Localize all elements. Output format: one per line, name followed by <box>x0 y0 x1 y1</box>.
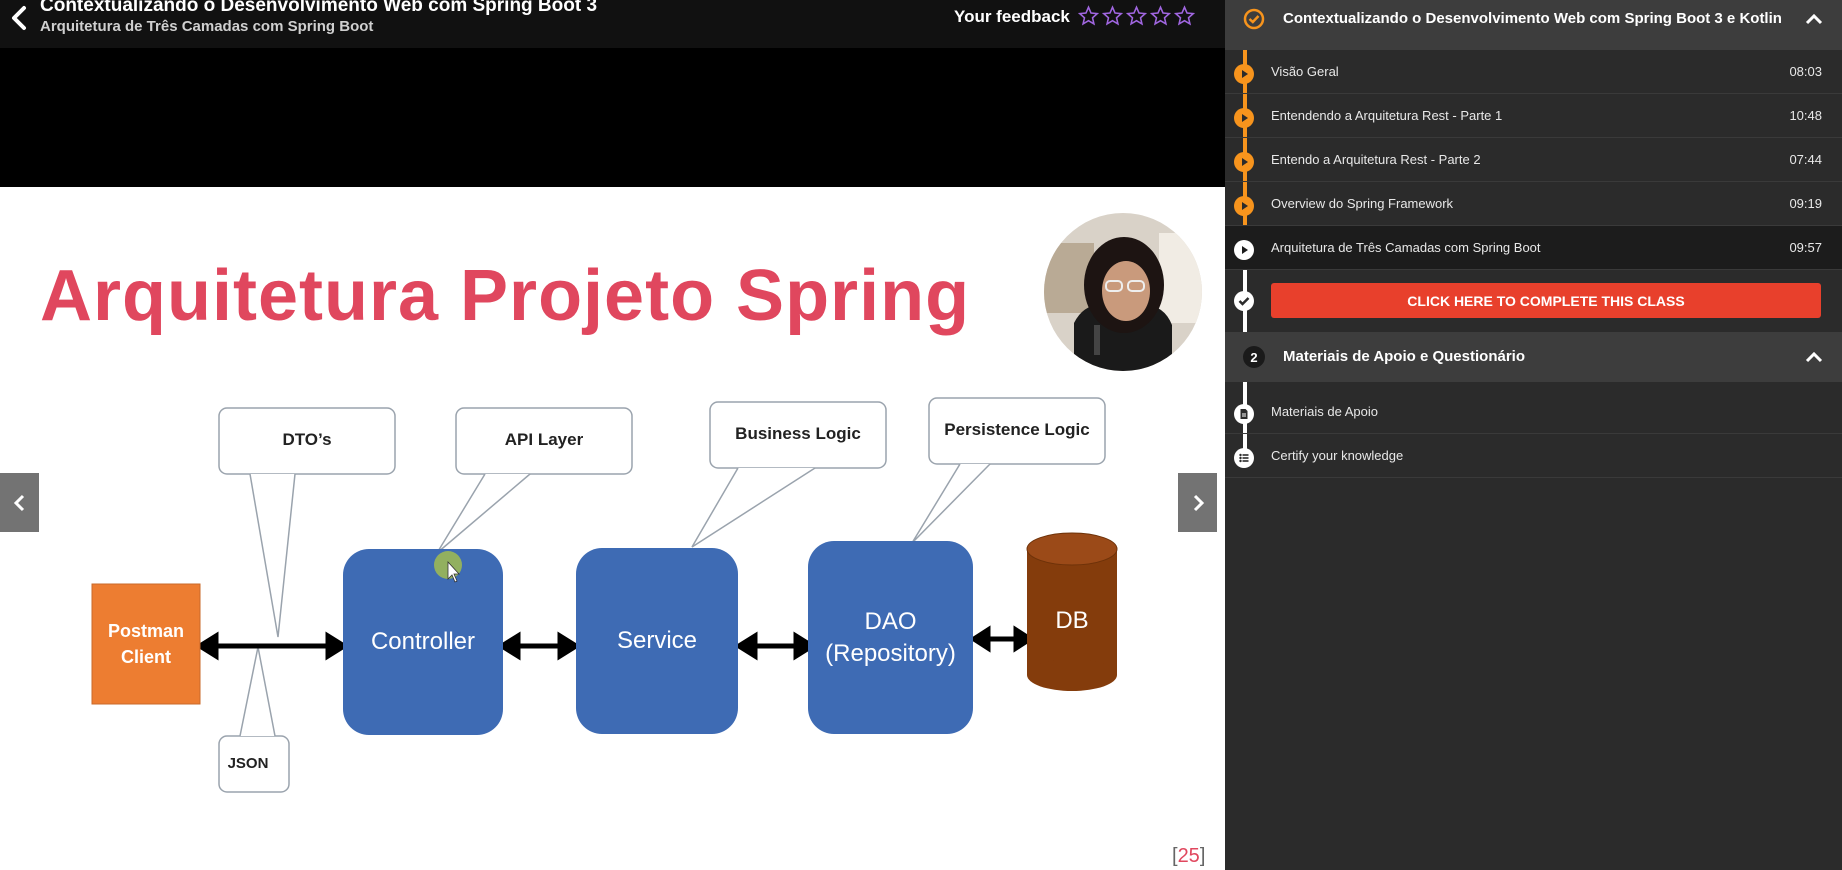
callout-business-logic: Business Logic <box>735 424 861 443</box>
section-title-2: Materiais de Apoio e Questionário <box>1283 348 1525 365</box>
callout-api-layer: API Layer <box>504 430 584 449</box>
complete-class-button[interactable]: CLICK HERE TO COMPLETE THIS CLASS <box>1271 283 1821 318</box>
quiz-name: Certify your knowledge <box>1271 448 1404 463</box>
lesson-name: Overview do Spring Framework <box>1271 196 1454 211</box>
lesson-subtitle: Arquitetura de Três Camadas com Spring B… <box>40 18 374 35</box>
controller-box: Controller <box>343 549 503 735</box>
next-slide-button[interactable] <box>1178 473 1217 532</box>
callout-dtos: DTO’s <box>282 430 332 449</box>
service-box: Service <box>576 548 738 734</box>
lesson-row-active[interactable]: Arquitetura de Três Camadas com Spring B… <box>1225 226 1842 270</box>
lesson-duration: 09:19 <box>1789 196 1822 211</box>
video-player[interactable]: Arquitetura Projeto Spring DTO’s API Lay… <box>0 48 1225 870</box>
callout-json: JSON <box>227 755 269 772</box>
section-header-2[interactable]: 2 Materiais de Apoio e Questionário <box>1225 332 1842 382</box>
section-number-badge: 2 <box>1243 346 1265 368</box>
star-icon[interactable] <box>1078 4 1099 28</box>
check-icon <box>1234 291 1254 311</box>
client-label: Postman Client <box>107 621 185 667</box>
section-complete-icon <box>1243 8 1265 30</box>
lesson-name: Visão Geral <box>1271 64 1339 79</box>
lesson-duration: 09:57 <box>1789 240 1822 255</box>
instructor-webcam <box>1044 213 1202 371</box>
play-icon <box>1234 152 1254 172</box>
lesson-duration: 10:48 <box>1789 108 1822 123</box>
material-row[interactable]: Materiais de Apoio <box>1225 390 1842 434</box>
chevron-up-icon[interactable] <box>1804 350 1824 364</box>
chevron-right-icon <box>1193 494 1204 511</box>
video-header: Contextualizando o Desenvolvimento Web c… <box>0 0 1225 48</box>
star-icon[interactable] <box>1174 4 1195 28</box>
feedback-label: Your feedback <box>954 7 1070 26</box>
page-bracket-close: ] <box>1199 845 1206 867</box>
lesson-name: Entendo a Arquitetura Rest - Parte 2 <box>1271 152 1481 167</box>
dao-box: DAO (Repository) <box>808 541 973 734</box>
star-icon[interactable] <box>1150 4 1171 28</box>
chevron-left-icon <box>13 494 24 511</box>
previous-slide-button[interactable] <box>0 473 39 532</box>
list-icon <box>1234 448 1254 468</box>
lesson-row[interactable]: Visão Geral 08:03 <box>1225 50 1842 94</box>
back-arrow-icon[interactable] <box>8 4 32 32</box>
play-icon <box>1234 240 1254 260</box>
star-icon[interactable] <box>1102 4 1123 28</box>
dao-label: DAO (Repository) <box>825 607 956 667</box>
db-label: DB <box>1055 607 1089 634</box>
lesson-row[interactable]: Entendendo a Arquitetura Rest - Parte 1 … <box>1225 94 1842 138</box>
play-icon <box>1234 196 1254 216</box>
callout-persistence-logic: Persistence Logic <box>944 420 1090 439</box>
presentation-slide: Arquitetura Projeto Spring DTO’s API Lay… <box>0 187 1225 870</box>
rating-stars <box>1078 4 1195 28</box>
material-name: Materiais de Apoio <box>1271 404 1378 419</box>
section-number: 2 <box>1250 349 1258 365</box>
star-icon[interactable] <box>1126 4 1147 28</box>
quiz-row[interactable]: Certify your knowledge <box>1225 434 1842 478</box>
lesson-duration: 07:44 <box>1789 152 1822 167</box>
lesson-duration: 08:03 <box>1789 64 1822 79</box>
lesson-row[interactable]: Overview do Spring Framework 09:19 <box>1225 182 1842 226</box>
lesson-row[interactable]: Entendo a Arquitetura Rest - Parte 2 07:… <box>1225 138 1842 182</box>
document-icon <box>1234 404 1254 424</box>
page-number-value: 25 <box>1177 845 1200 867</box>
course-sidebar: Contextualizando o Desenvolvimento Web c… <box>1225 0 1842 870</box>
architecture-diagram <box>91 397 1118 793</box>
controller-label: Controller <box>370 628 476 655</box>
service-label: Service <box>616 627 698 654</box>
section-header-1[interactable]: Contextualizando o Desenvolvimento Web c… <box>1225 0 1842 50</box>
db-cylinder: DB <box>1027 579 1117 663</box>
lesson-name: Entendendo a Arquitetura Rest - Parte 1 <box>1271 108 1503 123</box>
play-icon <box>1234 108 1254 128</box>
slide-page-number: [25] <box>1172 845 1205 868</box>
chevron-up-icon[interactable] <box>1804 12 1824 26</box>
play-icon <box>1234 64 1254 84</box>
client-box: Postman Client <box>92 584 200 704</box>
course-title: Contextualizando o Desenvolvimento Web c… <box>40 0 598 16</box>
section-title-1: Contextualizando o Desenvolvimento Web c… <box>1283 10 1782 27</box>
lesson-name: Arquitetura de Três Camadas com Spring B… <box>1271 240 1541 255</box>
